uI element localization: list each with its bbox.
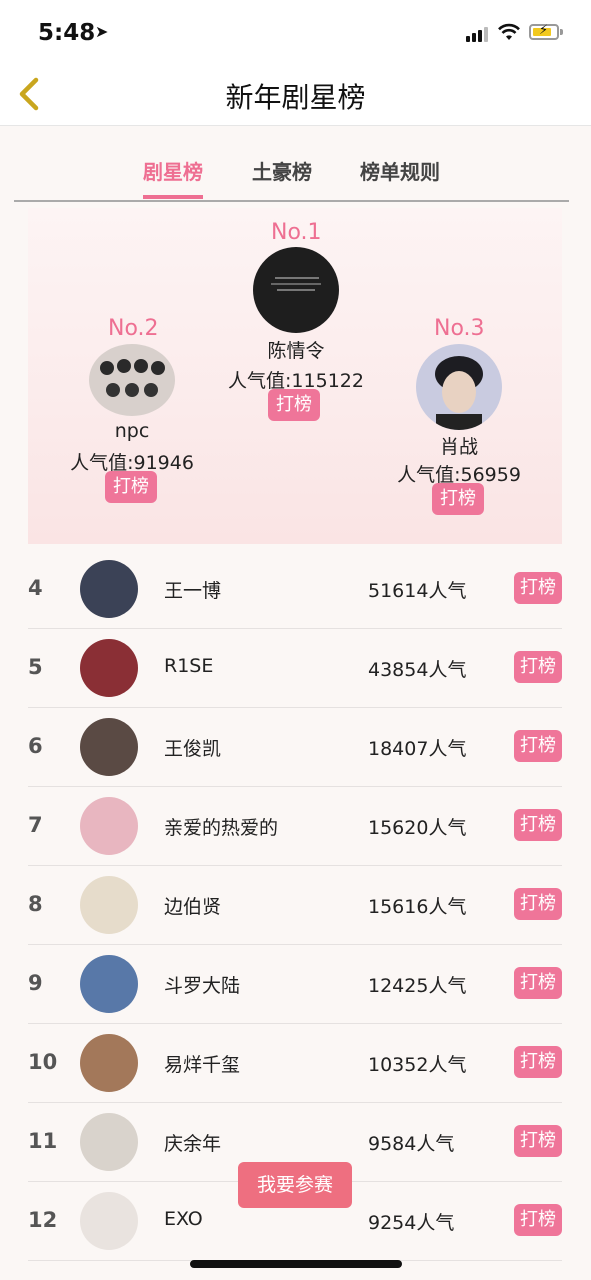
rank3-avatar[interactable] bbox=[416, 344, 502, 430]
list-avatar[interactable] bbox=[80, 718, 138, 776]
rank-number: 4 bbox=[28, 576, 43, 600]
rank-number: 9 bbox=[28, 971, 43, 995]
vote-button[interactable]: 打榜 bbox=[514, 809, 562, 841]
list-avatar[interactable] bbox=[80, 955, 138, 1013]
rank-number: 7 bbox=[28, 813, 43, 837]
page-title: 新年剧星榜 bbox=[225, 81, 366, 114]
rank-number: 5 bbox=[28, 655, 43, 679]
list-item-score: 18407人气 bbox=[368, 738, 467, 760]
list-item-score: 15616人气 bbox=[368, 896, 467, 918]
cellular-signal-icon bbox=[466, 26, 490, 42]
list-item-score: 9254人气 bbox=[368, 1212, 455, 1234]
list-avatar[interactable] bbox=[80, 639, 138, 697]
rank3-name: 肖战 bbox=[439, 436, 478, 458]
list-item[interactable]: 10 易烊千玺 10352人气 打榜 bbox=[28, 1024, 562, 1103]
rank2-label: No.2 bbox=[108, 316, 159, 341]
list-avatar[interactable] bbox=[80, 560, 138, 618]
list-avatar[interactable] bbox=[80, 1113, 138, 1171]
list-item-name: R1SE bbox=[164, 655, 214, 677]
rank2-avatar[interactable] bbox=[89, 344, 175, 416]
status-time: 5:48 bbox=[38, 20, 96, 46]
list-item-name: 边伯贤 bbox=[164, 896, 222, 918]
rank-number: 6 bbox=[28, 734, 43, 758]
list-item-name: 斗罗大陆 bbox=[164, 975, 241, 997]
list-item-score: 12425人气 bbox=[368, 975, 467, 997]
rank1-name: 陈情令 bbox=[267, 340, 325, 362]
list-item-name: EXO bbox=[164, 1208, 203, 1230]
home-indicator bbox=[190, 1260, 402, 1268]
rank1-label: No.1 bbox=[271, 220, 322, 245]
rank2-vote-button[interactable]: 打榜 bbox=[105, 471, 157, 503]
list-item[interactable]: 9 斗罗大陆 12425人气 打榜 bbox=[28, 945, 562, 1024]
list-item[interactable]: 7 亲爱的热爱的 15620人气 打榜 bbox=[28, 787, 562, 866]
vote-button[interactable]: 打榜 bbox=[514, 1204, 562, 1236]
wifi-icon bbox=[498, 23, 520, 40]
list-item-name: 亲爱的热爱的 bbox=[164, 817, 279, 839]
list-item-name: 庆余年 bbox=[164, 1133, 222, 1155]
rank-number: 12 bbox=[28, 1208, 58, 1232]
battery-icon: ⚡ bbox=[529, 23, 559, 40]
list-item-name: 王一博 bbox=[164, 580, 222, 602]
status-bar: 5:48 ➤ ⚡ bbox=[0, 0, 591, 62]
rank-number: 11 bbox=[28, 1129, 58, 1153]
list-item[interactable]: 5 R1SE 43854人气 打榜 bbox=[28, 629, 562, 708]
vote-button[interactable]: 打榜 bbox=[514, 1125, 562, 1157]
list-item-score: 15620人气 bbox=[368, 817, 467, 839]
vote-button[interactable]: 打榜 bbox=[514, 572, 562, 604]
vote-button[interactable]: 打榜 bbox=[514, 730, 562, 762]
tab-ranking-rules[interactable]: 榜单规则 bbox=[360, 156, 440, 185]
list-item-score: 10352人气 bbox=[368, 1054, 467, 1076]
rank2-name: npc bbox=[114, 420, 150, 442]
rank-number: 10 bbox=[28, 1050, 58, 1074]
ranking-list: 4 王一博 51614人气 打榜 5 R1SE 43854人气 打榜 6 王俊凯 18407人气 打榜… bbox=[28, 550, 562, 1261]
list-item-name: 易烊千玺 bbox=[164, 1054, 241, 1076]
rank3-label: No.3 bbox=[434, 316, 485, 341]
podium-top3: No.1 陈情令 人气值:115122 打榜 No.2 npc 人气值:9194… bbox=[28, 208, 562, 544]
list-item[interactable]: 8 边伯贤 15616人气 打榜 bbox=[28, 866, 562, 945]
vote-button[interactable]: 打榜 bbox=[514, 651, 562, 683]
tab-drama-stars[interactable]: 剧星榜 bbox=[143, 156, 203, 185]
list-item[interactable]: 4 王一博 51614人气 打榜 bbox=[28, 550, 562, 629]
join-contest-button[interactable]: 我要参赛 bbox=[238, 1162, 352, 1208]
location-arrow-icon: ➤ bbox=[95, 22, 109, 41]
list-avatar[interactable] bbox=[80, 1034, 138, 1092]
list-item-name: 王俊凯 bbox=[164, 738, 222, 760]
list-avatar[interactable] bbox=[80, 876, 138, 934]
rank-number: 8 bbox=[28, 892, 43, 916]
tab-bar: 剧星榜 土豪榜 榜单规则 bbox=[14, 126, 569, 202]
list-avatar[interactable] bbox=[80, 1192, 138, 1250]
list-item-score: 9584人气 bbox=[368, 1133, 455, 1155]
vote-button[interactable]: 打榜 bbox=[514, 1046, 562, 1078]
rank1-avatar[interactable] bbox=[253, 247, 339, 333]
navigation-bar: 新年剧星榜 bbox=[0, 62, 591, 126]
tab-big-spenders[interactable]: 土豪榜 bbox=[252, 156, 312, 185]
rank1-vote-button[interactable]: 打榜 bbox=[268, 389, 320, 421]
active-tab-indicator bbox=[143, 195, 203, 199]
vote-button[interactable]: 打榜 bbox=[514, 967, 562, 999]
list-item[interactable]: 6 王俊凯 18407人气 打榜 bbox=[28, 708, 562, 787]
rank3-vote-button[interactable]: 打榜 bbox=[432, 483, 484, 515]
vote-button[interactable]: 打榜 bbox=[514, 888, 562, 920]
list-avatar[interactable] bbox=[80, 797, 138, 855]
list-item-score: 43854人气 bbox=[368, 659, 467, 681]
list-item-score: 51614人气 bbox=[368, 580, 467, 602]
